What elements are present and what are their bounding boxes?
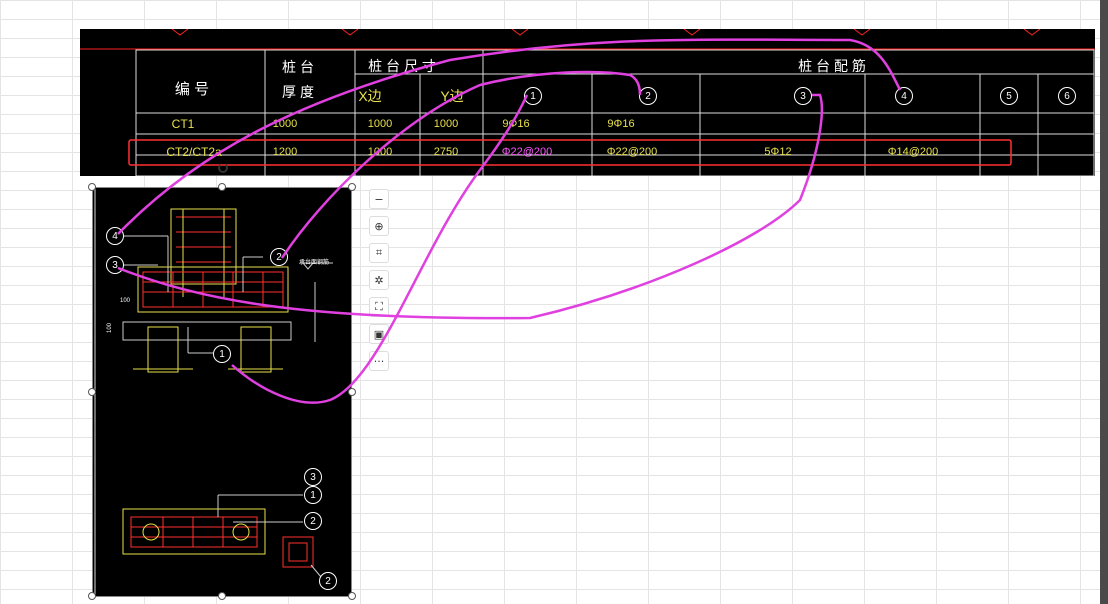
cad-drawing-image[interactable]: 4 3 2 1 承台面钢筋 100 100 3 1 2 2: [93, 187, 352, 596]
cad-drawing-lines: [94, 187, 333, 596]
resize-handle-sw[interactable]: [88, 592, 96, 600]
section-callout-2: 2: [270, 248, 288, 266]
resize-handle-ne[interactable]: [348, 183, 356, 191]
section-callout-4: 4: [106, 227, 124, 245]
rotate-handle[interactable]: [218, 163, 228, 173]
rebar-marker-2: 2: [639, 87, 657, 105]
image-toolbar: − ⊕ ⌗ ✲ ⛶ ▣ ···: [368, 189, 390, 378]
row2-thickness: 1200: [272, 146, 298, 158]
rebar-marker-5: 5: [1000, 87, 1018, 105]
magic-wand-button[interactable]: ✲: [369, 270, 389, 290]
resize-handle-s[interactable]: [218, 592, 226, 600]
section-callout-1: 1: [213, 345, 231, 363]
header-x: X边: [358, 88, 382, 104]
resize-handle-nw[interactable]: [88, 183, 96, 191]
image-search-button[interactable]: ▣: [369, 324, 389, 344]
section-callout-3: 3: [106, 256, 124, 274]
header-size-group: 桩 台 尺 寸: [368, 58, 436, 74]
ocr-button[interactable]: ⛶: [369, 297, 389, 317]
row2-id: CT2/CT2a: [166, 145, 222, 159]
plan-callout-3: 3: [304, 468, 322, 486]
row1-rebar2: 9Φ16: [607, 118, 635, 130]
header-id: 编 号: [174, 81, 210, 98]
resize-handle-w[interactable]: [88, 388, 96, 396]
row2-rebar4: Φ14@200: [887, 146, 939, 158]
row1-y: 1000: [433, 118, 459, 130]
collapse-button[interactable]: −: [369, 189, 389, 209]
resize-handle-n[interactable]: [218, 183, 226, 191]
row1-rebar1: 9Φ16: [502, 118, 530, 130]
dim-side: 100: [107, 322, 114, 334]
rebar-marker-1: 1: [524, 87, 542, 105]
more-button[interactable]: ···: [369, 351, 389, 371]
rebar-marker-4: 4: [895, 87, 913, 105]
resize-handle-se[interactable]: [348, 592, 356, 600]
row2-rebar2: Φ22@200: [606, 146, 658, 158]
row1-thickness: 1000: [272, 118, 298, 130]
crop-button[interactable]: ⌗: [369, 243, 389, 263]
plan-callout-1: 1: [304, 486, 322, 504]
header-thickness-2: 厚 度: [282, 84, 314, 100]
resize-handle-e[interactable]: [348, 388, 356, 396]
rebar-marker-3: 3: [794, 87, 812, 105]
header-rebar-group: 桩 台 配 筋: [798, 58, 866, 74]
row2-rebar1: Φ22@200: [501, 146, 553, 158]
cad-table-image[interactable]: 编 号 桩 台 厚 度 桩 台 尺 寸 X边 Y边 桩 台 配 筋 1 2 3 …: [80, 29, 1095, 176]
header-y: Y边: [440, 88, 464, 104]
header-thickness-1: 桩 台: [282, 59, 314, 75]
rebar-marker-6: 6: [1058, 87, 1076, 105]
row2-rebar3: 5Φ12: [764, 146, 792, 158]
vertical-scrollbar[interactable]: [1100, 0, 1108, 604]
section-label: 承台面钢筋: [299, 260, 330, 266]
plan-callout-2a: 2: [304, 512, 322, 530]
dim-100: 100: [120, 298, 131, 304]
row2-x: 1000: [367, 146, 393, 158]
plan-callout-2b: 2: [319, 572, 337, 590]
row1-id: CT1: [171, 117, 195, 131]
row1-x: 1000: [367, 118, 393, 130]
cad-table-lines: [80, 29, 1095, 176]
row2-y: 2750: [433, 146, 459, 158]
zoom-in-button[interactable]: ⊕: [369, 216, 389, 236]
